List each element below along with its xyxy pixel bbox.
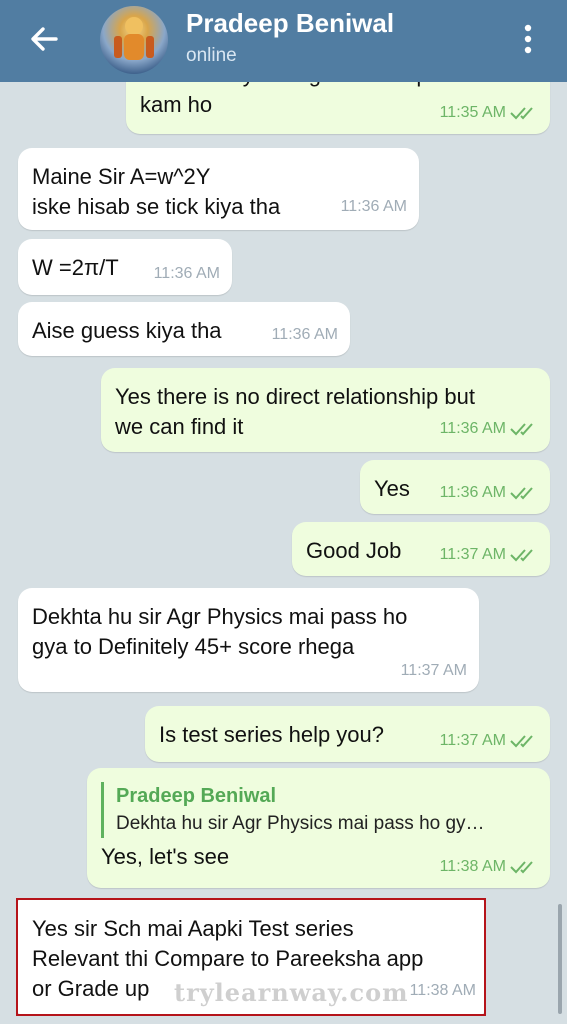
message-time: 11:37 AM bbox=[400, 662, 467, 679]
double-check-icon bbox=[510, 487, 533, 500]
more-vert-icon[interactable] bbox=[516, 22, 540, 56]
scrollbar[interactable] bbox=[558, 904, 562, 1014]
message-incoming[interactable]: Maine Sir A=w^2Y iske hisab se tick kiya… bbox=[18, 148, 419, 230]
message-outgoing[interactable]: Yes there is no direct relationship but … bbox=[101, 368, 550, 452]
double-check-icon bbox=[510, 423, 533, 436]
message-time: 11:37 AM bbox=[440, 540, 538, 570]
contact-avatar[interactable] bbox=[100, 6, 168, 74]
message-time: 11:36 AM bbox=[153, 265, 220, 282]
contact-name[interactable]: Pradeep Beniwal bbox=[186, 8, 394, 39]
chat-header: Pradeep Beniwal online bbox=[0, 0, 567, 82]
chat-area[interactable]: Aur velocity badegi toh time period kam … bbox=[0, 82, 567, 1024]
avatar-image bbox=[114, 17, 154, 60]
message-time: 11:36 AM bbox=[440, 478, 538, 508]
message-time: 11:38 AM bbox=[440, 852, 538, 882]
reply-quote[interactable]: Pradeep Beniwal Dekhta hu sir Agr Physic… bbox=[101, 782, 536, 838]
message-line: Maine Sir A=w^2Y bbox=[32, 164, 211, 189]
message-outgoing[interactable]: Is test series help you? 11:37 AM bbox=[145, 706, 550, 762]
contact-status: online bbox=[186, 45, 237, 66]
message-outgoing[interactable]: Good Job 11:37 AM bbox=[292, 522, 550, 576]
message-outgoing[interactable]: Yes 11:36 AM bbox=[360, 460, 550, 514]
message-incoming[interactable]: Aise guess kiya tha 11:36 AM bbox=[18, 302, 350, 356]
double-check-icon bbox=[510, 549, 533, 562]
reply-text: Dekhta hu sir Agr Physics mai pass ho gy… bbox=[116, 813, 485, 834]
message-incoming[interactable]: W =2π/T 11:36 AM bbox=[18, 239, 232, 295]
double-check-icon bbox=[510, 735, 533, 748]
double-check-icon bbox=[510, 107, 533, 120]
watermark: trylearnway.com bbox=[174, 978, 409, 1007]
message-time: 11:36 AM bbox=[340, 198, 407, 215]
message-time: 11:36 AM bbox=[271, 326, 338, 343]
message-outgoing-reply[interactable]: Pradeep Beniwal Dekhta hu sir Agr Physic… bbox=[87, 768, 550, 888]
back-arrow-icon[interactable] bbox=[28, 23, 60, 55]
message-line: Dekhta hu sir Agr Physics mai pass ho bbox=[32, 604, 408, 629]
message-time: 11:37 AM bbox=[440, 726, 538, 756]
message-line: Aur velocity badegi toh time period bbox=[140, 82, 536, 90]
double-check-icon bbox=[510, 861, 533, 874]
message-incoming[interactable]: Dekhta hu sir Agr Physics mai pass ho gy… bbox=[18, 588, 479, 692]
message-time: 11:35 AM bbox=[440, 98, 538, 128]
message-line: Yes there is no direct relationship but bbox=[115, 384, 475, 409]
reply-sender: Pradeep Beniwal bbox=[116, 785, 277, 807]
message-time: 11:36 AM bbox=[440, 414, 538, 444]
message-outgoing[interactable]: Aur velocity badegi toh time period kam … bbox=[126, 82, 550, 134]
